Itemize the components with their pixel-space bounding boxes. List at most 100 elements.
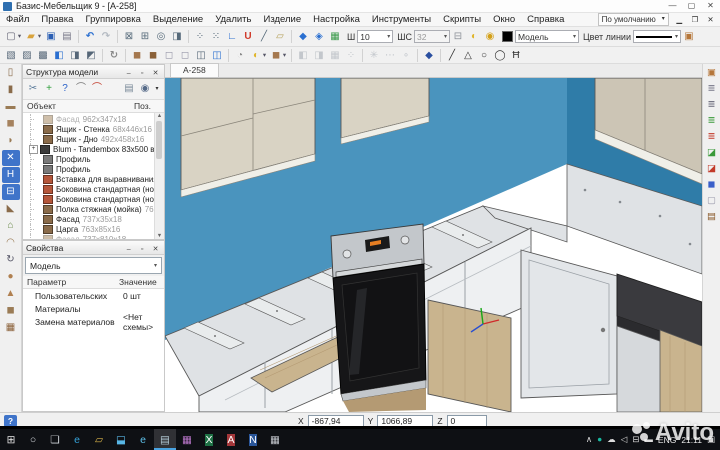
tree-expand-toggle[interactable] [34,116,41,123]
view-edges-icon[interactable]: ◩ [83,48,99,63]
network-icon[interactable]: ⊟ [632,429,639,450]
view-solid-icon[interactable]: ◧ [51,48,67,63]
tree-item[interactable]: Ящик - Стенка 68х446х16 [25,124,154,134]
tree-scrollbar[interactable]: ▲ ▼ [154,113,164,239]
fit-view-icon[interactable]: ◨ [169,29,185,44]
ruler-icon[interactable]: ▱ [272,29,288,44]
break-curve-icon[interactable]: ⌒ [89,80,105,98]
array-icon[interactable]: ▦ [327,48,343,63]
line-style-combo[interactable]: ▾ [633,30,681,43]
panel-close-button[interactable]: ✕ [150,69,161,77]
access-icon[interactable]: A [220,429,242,450]
render-texture-icon[interactable]: ◼ [145,48,161,63]
toolbar-icon[interactable] [417,49,418,62]
mirror-h-icon[interactable]: ◧ [295,48,311,63]
visibility-icon[interactable]: ◉ [137,80,153,98]
toolbar-icon[interactable] [78,30,79,43]
bench-icon[interactable]: ⊟ [450,29,466,44]
tree-item[interactable]: Боковина стандартная (но... [25,194,154,204]
add-icon[interactable]: + [41,80,57,98]
property-row[interactable]: Пользовательских 0 шт [23,289,164,302]
store-icon[interactable]: ⬓ [110,429,132,450]
new-doc-caret[interactable]: ▾ [16,29,23,44]
panel-delete-icon[interactable]: ◪ [704,162,719,176]
explode-icon[interactable]: ✳ [366,48,382,63]
material-caret[interactable]: ▾ [281,48,288,63]
profile-dropdown[interactable]: По умолчанию ▾ [598,13,669,26]
dowel-delete-icon[interactable]: ≣ [704,130,719,144]
menu-item[interactable]: Скрипты [437,13,487,26]
toolbar-icon[interactable] [291,30,292,43]
sphere-icon[interactable]: ● [2,269,20,285]
render-ghost-icon[interactable]: ◻ [177,48,193,63]
tree-expand-toggle[interactable] [34,236,41,240]
tree-item[interactable]: Царга 763х85х16 [25,224,154,234]
menu-item[interactable]: Изделие [257,13,307,26]
panel-vertical-icon[interactable]: ▮ [2,82,20,98]
edit-tools-icon[interactable]: ✂ [25,80,41,98]
toolbar-icon[interactable] [117,30,118,43]
width-edge-combo[interactable]: 32▾ [414,30,450,43]
menu-item[interactable]: Удалить [209,13,257,26]
door-swing-icon[interactable]: ◣ [2,201,20,217]
document-tab[interactable]: А-258 [170,63,219,77]
properties-scope-dropdown[interactable]: Модель ▾ [25,257,162,274]
visibility-caret[interactable]: ▾ [153,80,161,98]
model-3d-view[interactable] [165,78,702,412]
panel-bent-icon[interactable]: ◗ [2,133,20,149]
view-hidden-icon[interactable]: ▨ [19,48,35,63]
task-view-button[interactable]: ❏ [44,429,66,450]
redo-icon[interactable]: ↷ [98,29,114,44]
magnet-icon[interactable]: U [240,29,256,44]
tree-expand-toggle[interactable] [34,206,41,213]
tree-item[interactable]: Вставка для выравнивания 7 [25,174,154,184]
clock[interactable]: 21:11 [681,435,702,445]
menu-item[interactable]: Файл [0,13,35,26]
tree-expand-toggle[interactable] [34,126,41,133]
toolbar-icon[interactable] [440,49,441,62]
tree-item[interactable]: Полка стяжная (мойка) 763х6 [25,204,154,214]
menu-item[interactable]: Инструменты [366,13,437,26]
pyramid-icon[interactable]: ▲ [2,286,20,302]
toolbar-icon[interactable] [228,49,229,62]
cabinet-grid-icon[interactable]: ▦ [2,320,20,336]
maximize-button[interactable]: ▢ [682,0,701,12]
h-connector-icon[interactable]: H [2,167,20,183]
toolbar-icon[interactable] [291,49,292,62]
edge-icon[interactable]: e [66,429,88,450]
light-caret[interactable]: ▾ [261,48,268,63]
tree-expand-toggle[interactable] [34,156,41,163]
rotate-view-icon[interactable]: ↻ [106,48,122,63]
trolley-alt-icon[interactable]: ◈ [311,29,327,44]
menu-item[interactable]: Группировка [79,13,146,26]
panel-float-button[interactable]: ▫ [137,70,148,77]
draw-ellipse-icon[interactable]: ◯ [492,48,508,63]
notification-center-icon[interactable]: ▣ [707,429,715,450]
language-indicator[interactable]: ENG [658,435,676,445]
layer-color-swatch[interactable] [502,31,513,42]
tree-expand-toggle[interactable] [34,176,41,183]
measure-line-icon[interactable]: ╱ [256,29,272,44]
tree-item[interactable]: + Blum - Tandembox 83х500 в... [25,144,154,154]
snap-node-icon[interactable]: ⁘ [192,29,208,44]
draw-line-icon[interactable]: ╱ [444,48,460,63]
panel-add-icon[interactable]: ◪ [704,146,719,160]
tree-expand-toggle[interactable] [34,166,41,173]
toolbar-icon[interactable] [188,30,189,43]
camera-icon[interactable]: ◔ [232,48,248,63]
bazis-doc-icon[interactable]: ▦ [176,429,198,450]
panel-float-button[interactable]: ▫ [137,246,148,253]
tree-item[interactable]: Боковина стандартная (но... [25,184,154,194]
select-window-icon[interactable]: ⊠ [121,29,137,44]
dots-icon[interactable]: ⋯ [382,48,398,63]
ie-icon[interactable]: e [132,429,154,450]
menu-item[interactable]: Настройка [307,13,366,26]
sheet-icon[interactable]: ▢ [704,194,719,208]
copy-style-icon[interactable]: ▣ [681,29,697,44]
tray-chevron-icon[interactable]: ∧ [586,429,592,450]
tray-app-icon[interactable]: ● [597,429,602,450]
menu-item[interactable]: Справка [521,13,570,26]
cabinet-front-icon[interactable]: ▯ [2,65,20,81]
mirror-v-icon[interactable]: ◨ [311,48,327,63]
preview-icon[interactable]: ▤ [121,80,137,98]
